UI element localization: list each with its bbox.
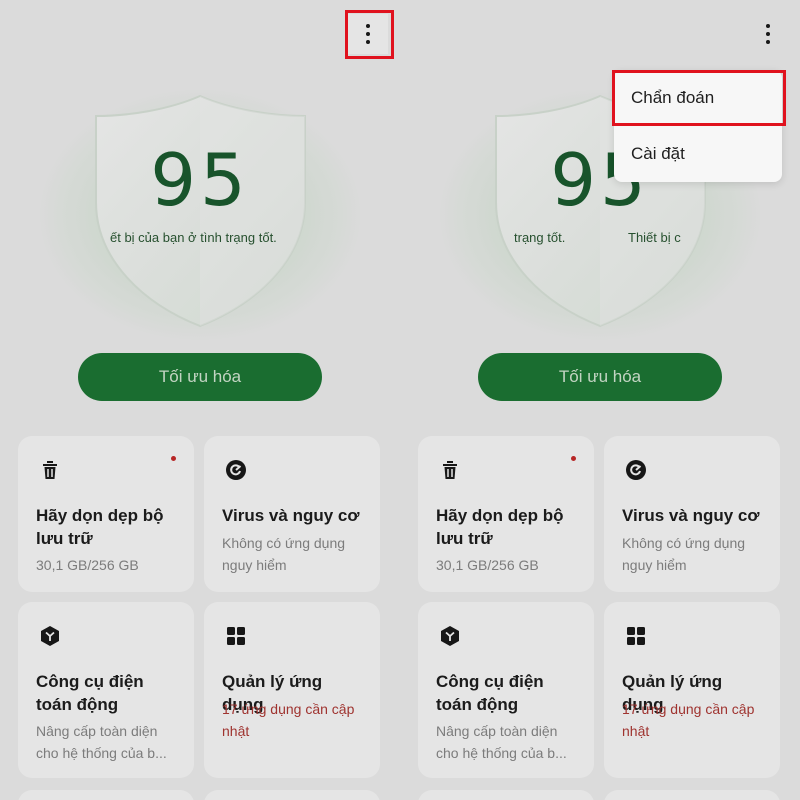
card-subtitle: Nâng cấp toàn diện cho hệ thống của b...	[36, 723, 167, 761]
card-subtitle: Không có ứng dụng nguy hiểm	[222, 535, 346, 573]
card-title: Virus và nguy cơ	[622, 506, 760, 525]
screenshot-stage: 95 ết bị của bạn ở tình trạng tốt. Tối ư…	[0, 0, 800, 800]
partial-card[interactable]	[18, 790, 194, 800]
virus-scan-icon	[624, 458, 648, 482]
more-vert-icon	[366, 24, 370, 44]
options-menu: Chẩn đoán Cài đặt	[614, 70, 782, 182]
phone-manager-home: 95 ết bị của bạn ở tình trạng tốt. Tối ư…	[0, 0, 400, 800]
notification-dot	[571, 456, 576, 461]
more-vert-icon	[766, 24, 770, 44]
card-subtitle: 17 ứng dụng cần cập nhật	[222, 701, 355, 739]
cube-icon	[38, 624, 62, 648]
trash-icon	[38, 458, 62, 482]
card-subtitle: 17 ứng dụng cần cập nhật	[622, 701, 755, 739]
partial-card[interactable]	[418, 790, 594, 800]
card-title: Virus và nguy cơ	[222, 506, 360, 525]
card-title: Công cụ điện toán động	[36, 672, 144, 714]
left-panel: 95 ết bị của bạn ở tình trạng tốt. Tối ư…	[0, 0, 400, 800]
device-status-text: ết bị của bạn ở tình trạng tốt.	[110, 230, 277, 245]
card-subtitle: Không có ứng dụng nguy hiểm	[622, 535, 746, 573]
optimize-button[interactable]: Tối ưu hóa	[478, 353, 722, 401]
optimize-button[interactable]: Tối ưu hóa	[78, 353, 322, 401]
app-management-card[interactable]: Quản lý ứng dụng 17 ứng dụng cần cập nhậ…	[204, 602, 380, 778]
storage-cleanup-card[interactable]: Hãy dọn dẹp bộ lưu trữ 30,1 GB/256 GB	[18, 436, 194, 592]
trash-icon	[438, 458, 462, 482]
app-grid-icon	[624, 624, 648, 648]
card-title: Hãy dọn dẹp bộ lưu trữ	[36, 506, 164, 548]
card-title: Công cụ điện toán động	[436, 672, 544, 714]
more-options-button[interactable]	[748, 14, 788, 54]
virus-scan-icon	[224, 458, 248, 482]
card-title: Hãy dọn dẹp bộ lưu trữ	[436, 506, 564, 548]
health-score: 95	[150, 138, 250, 222]
menu-item-diagnosis[interactable]: Chẩn đoán	[614, 70, 782, 126]
app-grid-icon	[224, 624, 248, 648]
storage-cleanup-card[interactable]: Hãy dọn dẹp bộ lưu trữ 30,1 GB/256 GB	[418, 436, 594, 592]
menu-item-settings[interactable]: Cài đặt	[614, 126, 782, 182]
cube-icon	[438, 624, 462, 648]
dynamic-computing-card[interactable]: Công cụ điện toán động Nâng cấp toàn diệ…	[418, 602, 594, 778]
dynamic-computing-card[interactable]: Công cụ điện toán động Nâng cấp toàn diệ…	[18, 602, 194, 778]
card-subtitle: 30,1 GB/256 GB	[36, 557, 139, 573]
virus-threat-card[interactable]: Virus và nguy cơ Không có ứng dụng nguy …	[204, 436, 380, 592]
partial-card[interactable]	[604, 790, 780, 800]
card-subtitle: Nâng cấp toàn diện cho hệ thống của b...	[436, 723, 567, 761]
notification-dot	[171, 456, 176, 461]
app-management-card[interactable]: Quản lý ứng dụng 17 ứng dụng cần cập nhậ…	[604, 602, 780, 778]
partial-card[interactable]	[204, 790, 380, 800]
device-status-text: trạng tốt.	[514, 230, 566, 245]
card-subtitle: 30,1 GB/256 GB	[436, 557, 539, 573]
more-options-button[interactable]	[348, 14, 388, 54]
device-status-text: Thiết bị c	[628, 230, 681, 245]
virus-threat-card[interactable]: Virus và nguy cơ Không có ứng dụng nguy …	[604, 436, 780, 592]
